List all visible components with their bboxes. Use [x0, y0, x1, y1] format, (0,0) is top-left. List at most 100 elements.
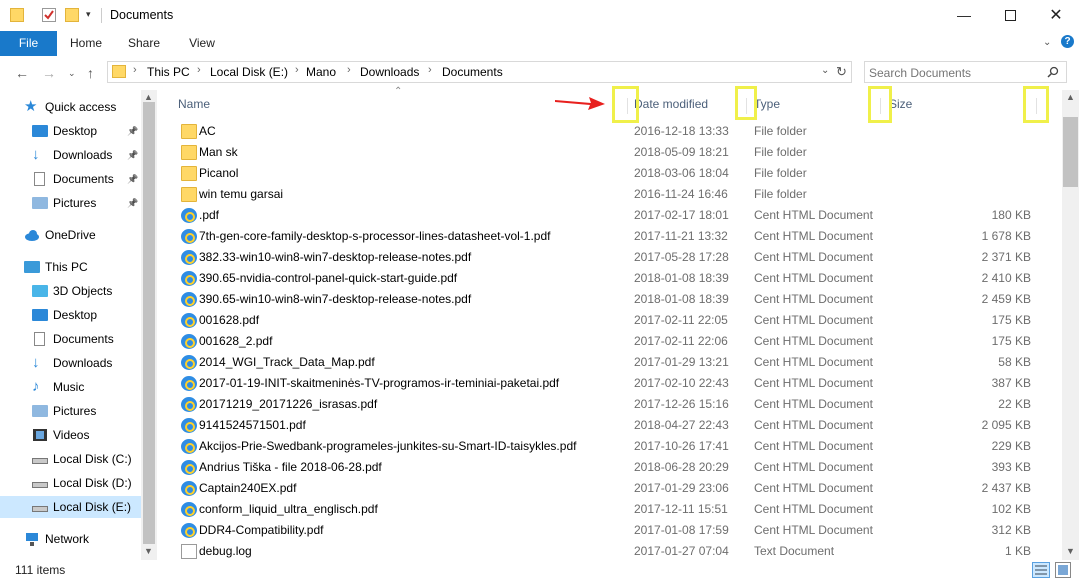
- close-button[interactable]: ✕: [1033, 0, 1079, 30]
- address-history-chevron-icon[interactable]: ⌄: [821, 65, 829, 76]
- scroll-up-arrow-icon[interactable]: ▲: [144, 92, 153, 102]
- breadcrumb-local-disk-e[interactable]: Local Disk (E:): [210, 65, 288, 79]
- column-divider[interactable]: [746, 98, 747, 114]
- file-row[interactable]: 20171219_20171226_israsas.pdf 2017-12-26 …: [157, 394, 1057, 415]
- file-row[interactable]: 7th-gen-core-family-desktop-s-processor-…: [157, 226, 1057, 247]
- file-row[interactable]: Akcijos-Prie-Swedbank-programeles-junkit…: [157, 436, 1057, 457]
- large-icons-view-icon[interactable]: [1055, 562, 1071, 578]
- tab-share[interactable]: Share: [124, 31, 164, 56]
- refresh-icon[interactable]: ↻: [836, 64, 847, 80]
- search-icon[interactable]: [1047, 66, 1059, 78]
- scrollbar-thumb[interactable]: [1063, 117, 1078, 187]
- breadcrumb-downloads[interactable]: Downloads: [360, 65, 419, 79]
- file-row[interactable]: win temu garsai 2016-11-24 16:46 File fold…: [157, 184, 1057, 205]
- nav-item-local-disk-d[interactable]: Local Disk (D:): [0, 472, 141, 494]
- scroll-down-arrow-icon[interactable]: ▼: [144, 546, 153, 556]
- navigation-pane-scrollbar[interactable]: ▲ ▼: [141, 90, 157, 560]
- breadcrumb-separator-icon[interactable]: ›: [347, 64, 351, 76]
- file-row[interactable]: 382.33-win10-win8-win7-desktop-release-n…: [157, 247, 1057, 268]
- nav-item-downloads[interactable]: ↓ Downloads 📌: [0, 144, 141, 166]
- breadcrumb-mano[interactable]: Mano: [306, 65, 336, 79]
- up-arrow-icon[interactable]: ↑: [87, 65, 94, 81]
- back-arrow-icon[interactable]: ←: [15, 65, 29, 81]
- expand-ribbon-chevron-icon[interactable]: ⌄: [1043, 37, 1051, 48]
- file-row[interactable]: Andrius Tiška - file 2018-06-28.pdf 2018-…: [157, 457, 1057, 478]
- search-input[interactable]: [867, 63, 1041, 83]
- breadcrumb-separator-icon[interactable]: ›: [428, 64, 432, 76]
- pin-icon[interactable]: 📌: [127, 198, 138, 209]
- column-header-size[interactable]: Size: [889, 97, 912, 111]
- computer-icon: [24, 259, 40, 275]
- nav-item-local-disk-c[interactable]: Local Disk (C:): [0, 448, 141, 470]
- file-row[interactable]: .pdf 2017-02-17 18:01 Cent HTML Document 18…: [157, 205, 1057, 226]
- column-header-name[interactable]: Name: [178, 97, 210, 111]
- document-icon: [32, 331, 48, 347]
- customize-qat-chevron-icon[interactable]: ▾: [86, 9, 91, 20]
- forward-arrow-icon[interactable]: →: [42, 65, 56, 81]
- file-row[interactable]: debug.log 2017-01-27 07:04 Text Document 1 …: [157, 541, 1057, 562]
- column-header-date-modified[interactable]: Date modified: [634, 97, 708, 111]
- pin-icon[interactable]: 📌: [127, 126, 138, 137]
- file-name: 20171219_20171226_israsas.pdf: [199, 397, 378, 411]
- file-list-scrollbar[interactable]: ▲ ▼: [1062, 90, 1079, 560]
- tab-view[interactable]: View: [182, 31, 222, 56]
- tab-file[interactable]: File: [0, 31, 57, 56]
- nav-item-3d-objects[interactable]: 3D Objects: [0, 280, 141, 302]
- new-folder-icon[interactable]: [65, 8, 79, 22]
- file-row[interactable]: 9141524571501.pdf 2018-04-27 22:43 Cent HT…: [157, 415, 1057, 436]
- file-row[interactable]: 2014_WGI_Track_Data_Map.pdf 2017-01-29 13…: [157, 352, 1057, 373]
- column-divider[interactable]: [627, 98, 628, 114]
- folder-icon[interactable]: [10, 8, 24, 22]
- file-row[interactable]: DDR4-Compatibility.pdf 2017-01-08 17:59 Ce…: [157, 520, 1057, 541]
- column-divider[interactable]: [880, 98, 881, 114]
- tab-home[interactable]: Home: [66, 31, 106, 56]
- details-view-icon[interactable]: [1032, 562, 1050, 578]
- file-row[interactable]: Captain240EX.pdf 2017-01-29 23:06 Cent HTM…: [157, 478, 1057, 499]
- file-row[interactable]: 001628.pdf 2017-02-11 22:05 Cent HTML Docu…: [157, 310, 1057, 331]
- nav-item-downloads[interactable]: ↓ Downloads: [0, 352, 141, 374]
- file-type: Cent HTML Document: [754, 439, 873, 453]
- breadcrumb-separator-icon[interactable]: ›: [133, 64, 137, 76]
- file-row[interactable]: conform_liquid_ultra_englisch.pdf 2017-12…: [157, 499, 1057, 520]
- scrollbar-thumb[interactable]: [143, 102, 155, 544]
- scroll-down-arrow-icon[interactable]: ▼: [1066, 546, 1075, 556]
- column-divider[interactable]: [1036, 98, 1037, 114]
- nav-item-music[interactable]: ♪ Music: [0, 376, 141, 398]
- nav-item-pictures[interactable]: Pictures 📌: [0, 192, 141, 214]
- file-row[interactable]: 001628_2.pdf 2017-02-11 22:06 Cent HTML Do…: [157, 331, 1057, 352]
- nav-item-documents[interactable]: Documents 📌: [0, 168, 141, 190]
- properties-icon[interactable]: [42, 8, 56, 22]
- breadcrumb-this-pc[interactable]: This PC: [147, 65, 190, 79]
- pin-icon[interactable]: 📌: [127, 174, 138, 185]
- file-row[interactable]: Man sk 2018-05-09 18:21 File folder: [157, 142, 1057, 163]
- nav-item-documents[interactable]: Documents: [0, 328, 141, 350]
- recent-locations-chevron-icon[interactable]: ⌄: [68, 68, 76, 79]
- file-row[interactable]: Picanol 2018-03-06 18:04 File folder: [157, 163, 1057, 184]
- breadcrumb-documents[interactable]: Documents: [442, 65, 503, 79]
- pin-icon[interactable]: 📌: [127, 150, 138, 161]
- file-row[interactable]: AC 2016-12-18 13:33 File folder: [157, 121, 1057, 142]
- file-row[interactable]: 390.65-win10-win8-win7-desktop-release-n…: [157, 289, 1057, 310]
- file-row[interactable]: 2017-01-19-INIT-skaitmeninės-TV-programo…: [157, 373, 1057, 394]
- nav-item-onedrive[interactable]: OneDrive: [0, 224, 141, 246]
- nav-item-quick-access[interactable]: ★ Quick access: [0, 96, 141, 118]
- nav-item-network[interactable]: Network: [0, 528, 141, 550]
- search-box[interactable]: [864, 61, 1067, 83]
- breadcrumb-separator-icon[interactable]: ›: [295, 64, 299, 76]
- help-icon[interactable]: ?: [1061, 35, 1074, 48]
- breadcrumb-separator-icon[interactable]: ›: [197, 64, 201, 76]
- nav-item-pictures[interactable]: Pictures: [0, 400, 141, 422]
- address-bar[interactable]: › This PC › Local Disk (E:) › Mano › Dow…: [107, 61, 852, 83]
- nav-item-label: Documents: [53, 172, 114, 186]
- minimize-button[interactable]: —: [941, 0, 987, 30]
- file-type: Text Document: [754, 544, 835, 558]
- scroll-up-arrow-icon[interactable]: ▲: [1066, 92, 1075, 102]
- maximize-button[interactable]: [987, 0, 1033, 30]
- nav-item-desktop[interactable]: Desktop: [0, 304, 141, 326]
- nav-item-desktop[interactable]: Desktop 📌: [0, 120, 141, 142]
- file-row[interactable]: 390.65-nvidia-control-panel-quick-start-…: [157, 268, 1057, 289]
- column-header-type[interactable]: Type: [754, 97, 780, 111]
- nav-item-local-disk-e[interactable]: Local Disk (E:): [0, 496, 141, 518]
- nav-item-videos[interactable]: Videos: [0, 424, 141, 446]
- nav-item-this-pc[interactable]: This PC: [0, 256, 141, 278]
